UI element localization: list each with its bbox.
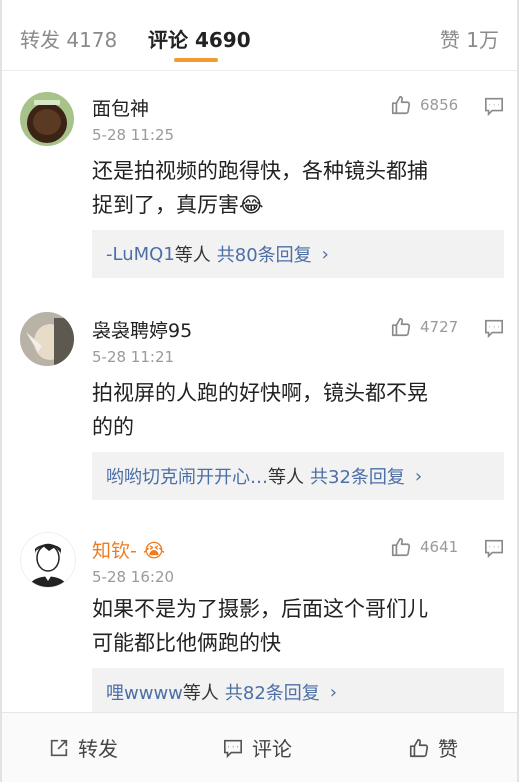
comment-text-line: 可能都比他俩跑的快 bbox=[92, 631, 281, 655]
replies-summary[interactable]: 哩wwww 等人 共82条回复 › bbox=[92, 668, 504, 716]
replies-total[interactable]: 共80条回复 bbox=[217, 241, 312, 267]
thumbs-up-icon bbox=[391, 317, 411, 337]
chevron-right-icon: › bbox=[329, 681, 337, 703]
comment-text-line: 拍视屏的人跑的好快啊，镜头都不晃 bbox=[92, 381, 428, 405]
repost-label: 转发 bbox=[78, 737, 118, 761]
chevron-right-icon: › bbox=[414, 465, 423, 487]
like-count: 6856 bbox=[420, 96, 459, 114]
comment-text: 如果不是为了摄影，后面这个哥们儿 可能都比他俩跑的快 bbox=[92, 592, 492, 660]
comment-label: 评论 bbox=[252, 737, 292, 761]
tab-repost[interactable]: 转发 4178 bbox=[20, 24, 117, 53]
username[interactable]: 袅袅聘婷95 bbox=[92, 316, 192, 343]
tab-comments[interactable]: 评论 4690 bbox=[148, 24, 251, 53]
like-button[interactable]: 4641 bbox=[390, 536, 458, 558]
replies-total[interactable]: 共82条回复 bbox=[225, 679, 320, 705]
reply-user-link[interactable]: 哩wwww bbox=[106, 679, 183, 705]
replies-suffix: 等人 bbox=[268, 467, 304, 488]
comment-text-line: 如果不是为了摄影，后面这个哥们儿 bbox=[92, 597, 428, 621]
replies-total[interactable]: 共32条回复 bbox=[310, 463, 405, 489]
vip-badge-emoji: 😭 bbox=[142, 540, 166, 562]
chevron-right-icon: › bbox=[321, 243, 329, 265]
thumbs-up-icon bbox=[391, 95, 411, 115]
comment-text-line: 的的 bbox=[92, 415, 134, 439]
comment-text-line-2: 捉到了，真厉害😂 bbox=[92, 188, 492, 222]
like-label: 赞 bbox=[438, 737, 458, 761]
comment-text: 拍视屏的人跑的好快啊，镜头都不晃 的的 bbox=[92, 376, 492, 444]
comment-button[interactable]: 评论 bbox=[222, 733, 292, 762]
comment-time: 5-28 16:20 bbox=[92, 568, 175, 586]
comment-text: 还是拍视频的跑得快，各种镜头都捕 捉到了，真厉害😂 bbox=[92, 154, 492, 222]
username-text: 知钦- bbox=[92, 540, 137, 562]
bottom-action-bar: 转发 评论 赞 bbox=[2, 712, 517, 782]
comment-text-line: 捉到了，真厉害 bbox=[92, 193, 239, 217]
comment-text-line: 还是拍视频的跑得快，各种镜头都捕 bbox=[92, 159, 428, 183]
thumbs-up-icon bbox=[409, 738, 429, 757]
like-count: 4641 bbox=[420, 538, 459, 556]
like-button[interactable]: 6856 bbox=[390, 94, 458, 116]
reply-icon[interactable] bbox=[483, 318, 505, 338]
tab-likes[interactable]: 赞 1万 bbox=[440, 24, 499, 53]
share-icon bbox=[50, 739, 68, 756]
like-button[interactable]: 4727 bbox=[390, 316, 458, 338]
avatar[interactable] bbox=[20, 532, 76, 588]
comment-time: 5-28 11:25 bbox=[92, 126, 175, 144]
reply-user-link[interactable]: 哟哟切克闹开开心… bbox=[106, 463, 268, 489]
replies-suffix: 等人 bbox=[174, 245, 211, 266]
username[interactable]: 面包神 bbox=[92, 94, 149, 121]
reply-icon[interactable] bbox=[483, 96, 505, 116]
reply-user-link[interactable]: -LuMQ1 bbox=[106, 244, 175, 265]
repost-button[interactable]: 转发 bbox=[48, 733, 118, 762]
replies-summary[interactable]: 哟哟切克闹开开心… 等人 共32条回复 › bbox=[92, 452, 504, 500]
active-tab-indicator bbox=[174, 58, 218, 62]
replies-suffix: 等人 bbox=[182, 683, 219, 704]
comment-time: 5-28 11:21 bbox=[92, 348, 175, 366]
laughing-tears-emoji: 😂 bbox=[239, 193, 264, 217]
replies-summary[interactable]: -LuMQ1 等人 共80条回复 › bbox=[92, 230, 504, 278]
avatar[interactable] bbox=[20, 312, 74, 366]
weibo-comments-screen: 转发 4178 评论 4690 赞 1万 面包神 5-28 11:25 6856… bbox=[0, 0, 519, 782]
reply-icon[interactable] bbox=[483, 538, 505, 558]
username[interactable]: 知钦- 😭 bbox=[92, 536, 165, 563]
tab-bar: 转发 4178 评论 4690 赞 1万 bbox=[2, 0, 517, 71]
like-post-button[interactable]: 赞 bbox=[408, 733, 458, 762]
avatar[interactable] bbox=[20, 92, 74, 146]
like-count: 4727 bbox=[420, 318, 459, 336]
thumbs-up-icon bbox=[391, 537, 411, 557]
comment-icon bbox=[224, 739, 242, 758]
